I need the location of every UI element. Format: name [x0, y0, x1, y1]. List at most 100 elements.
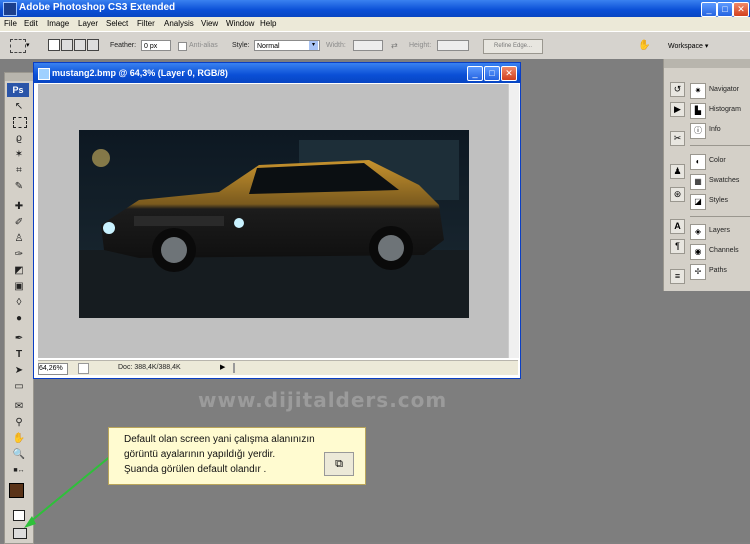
status-preview-icon[interactable]	[78, 363, 89, 374]
menu-analysis[interactable]: Analysis	[164, 19, 194, 28]
menu-layer[interactable]: Layer	[78, 19, 98, 28]
brush-tool-icon[interactable]: ✐	[11, 217, 27, 229]
panel-divider	[690, 216, 750, 217]
type-tool-icon[interactable]: T	[11, 349, 27, 361]
status-menu-arrow-icon[interactable]: ▶	[220, 363, 225, 371]
menu-file[interactable]: File	[4, 19, 17, 28]
blur-tool-icon[interactable]: ◊	[11, 297, 27, 309]
zoom-tool-icon[interactable]: 🔍	[11, 449, 27, 461]
canvas-area[interactable]	[38, 84, 508, 358]
vertical-scrollbar[interactable]	[508, 84, 519, 358]
panel-info[interactable]: ⓘ Info	[690, 123, 750, 139]
panel-layers-label: Layers	[709, 227, 731, 234]
panel-channels[interactable]: ◉ Channels	[690, 244, 750, 260]
menu-image[interactable]: Image	[47, 19, 69, 28]
style-select[interactable]: Normal ▾	[254, 40, 320, 51]
preset-dropdown-icon[interactable]: ▾	[26, 41, 30, 49]
intersect-selection-icon[interactable]	[87, 39, 99, 51]
history-brush-tool-icon[interactable]: ✑	[11, 249, 27, 261]
eyedropper-tool-icon[interactable]: ⚲	[11, 417, 27, 429]
menu-view[interactable]: View	[201, 19, 218, 28]
doc-maximize-button[interactable]: □	[484, 66, 500, 81]
tools-panel: Ps ↖ ϱ ✶ ⌗ ✎ ✚ ✐ ♙ ✑ ◩ ▣ ◊ ● ✒ T ➤ ▭ ✉ ⚲…	[4, 72, 34, 544]
panel-info-label: Info	[709, 126, 721, 133]
screen-mode-icon[interactable]	[13, 528, 27, 539]
chevron-down-icon[interactable]: ▾	[309, 41, 318, 50]
minimize-button[interactable]: _	[701, 2, 717, 17]
doc-close-button[interactable]: ✕	[501, 66, 517, 81]
maximize-button[interactable]: □	[717, 2, 733, 17]
zoom-level-field[interactable]: 64,26%	[38, 363, 68, 375]
eraser-tool-icon[interactable]: ◩	[11, 265, 27, 277]
height-input[interactable]	[437, 40, 469, 51]
marquee-tool-icon[interactable]	[13, 117, 27, 128]
subtract-selection-icon[interactable]	[74, 39, 86, 51]
move-tool-icon[interactable]: ↖	[11, 101, 27, 113]
history-panel-tab-icon[interactable]: ↺	[670, 82, 685, 97]
lasso-tool-icon[interactable]: ϱ	[11, 133, 27, 145]
panel-dock-grip[interactable]	[664, 59, 750, 68]
panel-paths[interactable]: ✢ Paths	[690, 264, 750, 280]
add-selection-icon[interactable]	[61, 39, 73, 51]
menu-help[interactable]: Help	[260, 19, 276, 28]
panel-histogram[interactable]: ▙ Histogram	[690, 103, 750, 119]
horizontal-scrollbar[interactable]	[233, 363, 235, 373]
antialias-checkbox[interactable]	[178, 42, 187, 51]
ps-logo[interactable]: Ps	[7, 83, 29, 97]
clone-stamp-tool-icon[interactable]: ♙	[11, 233, 27, 245]
dodge-tool-icon[interactable]: ●	[11, 313, 27, 325]
document-title-bar[interactable]: mustang2.bmp @ 64,3% (Layer 0, RGB/8) _ …	[34, 63, 520, 83]
tool-presets-tab-icon[interactable]: ✂	[670, 131, 685, 146]
workspace-menu[interactable]: Workspace ▾	[668, 42, 708, 50]
panel-swatches-label: Swatches	[709, 177, 740, 184]
marquee-preset-icon[interactable]	[10, 39, 26, 53]
annotation-note: Default olan screen yani çalışma alanını…	[108, 427, 366, 485]
menu-filter[interactable]: Filter	[137, 19, 155, 28]
paragraph-tab-icon[interactable]: ¶	[670, 239, 685, 254]
foreground-color-swatch[interactable]	[9, 483, 24, 498]
quick-mask-icon[interactable]	[13, 510, 25, 521]
panel-swatches[interactable]: ▦ Swatches	[690, 174, 750, 190]
swap-dimensions-icon[interactable]: ⇄	[391, 41, 398, 50]
refine-edge-button[interactable]: Refine Edge...	[483, 39, 543, 54]
feather-input[interactable]: 0 px	[141, 40, 171, 51]
tools-panel-grip[interactable]	[5, 73, 33, 81]
width-input[interactable]	[353, 40, 383, 51]
selection-mode-icons[interactable]	[48, 39, 99, 51]
note-line-2: görüntü ayalarının yapıldığı yerdir.	[124, 449, 276, 460]
brushes-tab-icon[interactable]: ♟	[670, 164, 685, 179]
layer-comps-tab-icon[interactable]: ≡	[670, 269, 685, 284]
document-icon	[38, 68, 50, 80]
panel-layers[interactable]: ◈ Layers	[690, 224, 750, 240]
gradient-tool-icon[interactable]: ▣	[11, 281, 27, 293]
notes-tool-icon[interactable]: ✉	[11, 401, 27, 413]
color-icon: ◐	[690, 154, 706, 170]
slice-tool-icon[interactable]: ✎	[11, 181, 27, 193]
default-colors-icon[interactable]: ■↔	[11, 465, 27, 477]
path-selection-tool-icon[interactable]: ➤	[11, 365, 27, 377]
panel-navigator[interactable]: ✷ Navigator	[690, 83, 750, 99]
menu-select[interactable]: Select	[106, 19, 128, 28]
swatches-icon: ▦	[690, 174, 706, 190]
shape-tool-icon[interactable]: ▭	[11, 381, 27, 393]
panel-color[interactable]: ◐ Color	[690, 154, 750, 170]
actions-panel-tab-icon[interactable]: ▶	[670, 102, 685, 117]
bridge-icon[interactable]: ✋	[638, 40, 650, 51]
magic-wand-tool-icon[interactable]: ✶	[11, 149, 27, 161]
hand-tool-icon[interactable]: ✋	[11, 433, 27, 445]
clone-source-tab-icon[interactable]: ⊛	[670, 187, 685, 202]
healing-brush-tool-icon[interactable]: ✚	[11, 201, 27, 213]
title-bar: Adobe Photoshop CS3 Extended _ □ ✕	[0, 0, 750, 17]
panel-histogram-label: Histogram	[709, 106, 741, 113]
close-button[interactable]: ✕	[733, 2, 749, 17]
panel-styles[interactable]: ◪ Styles	[690, 194, 750, 210]
menu-edit[interactable]: Edit	[24, 19, 38, 28]
menu-window[interactable]: Window	[226, 19, 254, 28]
crop-tool-icon[interactable]: ⌗	[11, 165, 27, 177]
doc-minimize-button[interactable]: _	[467, 66, 483, 81]
options-bar: ▾ Feather: 0 px Anti-alias Style: Normal…	[0, 31, 750, 60]
character-tab-icon[interactable]: A	[670, 219, 685, 234]
pen-tool-icon[interactable]: ✒	[11, 333, 27, 345]
new-selection-icon[interactable]	[48, 39, 60, 51]
antialias-label: Anti-alias	[189, 42, 218, 49]
